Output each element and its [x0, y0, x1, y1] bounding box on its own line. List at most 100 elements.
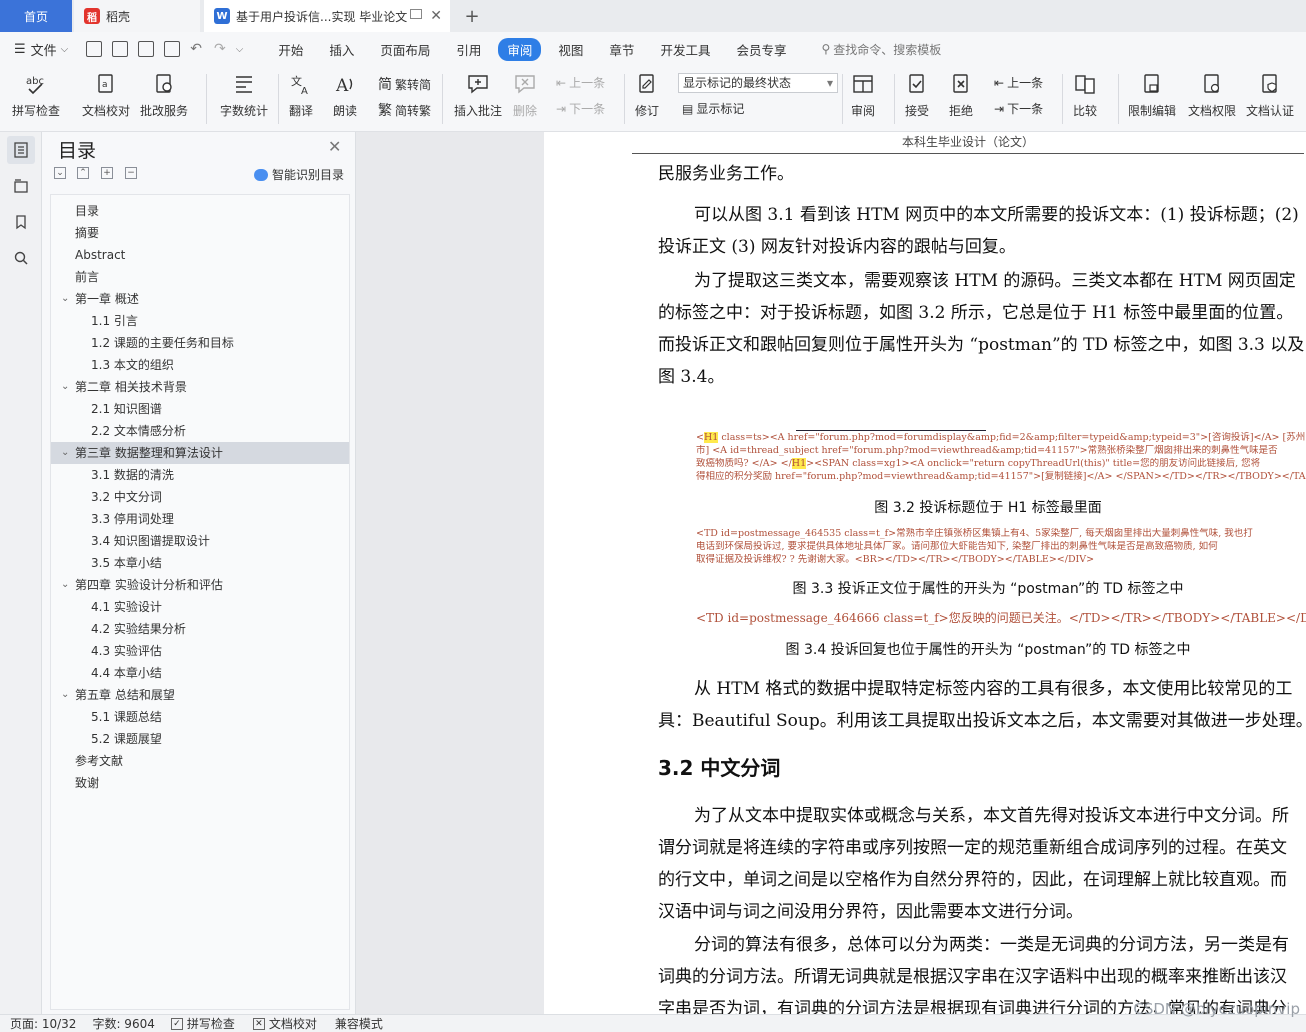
toc-item[interactable]: ⌄ 第一章 概述 [51, 288, 349, 310]
doc-certify-button[interactable]: 文档认证 [1246, 70, 1294, 119]
menu-tab-1[interactable]: 插入 [320, 38, 363, 61]
print-icon[interactable] [138, 41, 155, 57]
close-icon[interactable]: ✕ [328, 137, 341, 156]
print-preview-icon[interactable] [164, 41, 181, 57]
chevron-down-icon[interactable]: ⌄ [61, 442, 69, 464]
batch-service-button[interactable]: 批改服务 [140, 70, 188, 119]
find-button[interactable] [7, 244, 35, 272]
next-comment-button[interactable]: ⇥ 下一条 [556, 100, 605, 117]
new-tab-button[interactable]: + [460, 0, 484, 32]
prev-change-button[interactable]: ⇤ 上一条 [994, 74, 1043, 91]
toc-item[interactable]: 2.1 知识图谱 [51, 398, 349, 420]
close-icon[interactable]: ✕ [430, 8, 442, 24]
paragraph-line: 而投诉正文和跟帖回复则位于属性开头为 “postman”的 TD 标签之中，如图… [658, 335, 1305, 355]
toc-item[interactable]: 1.2 课题的主要任务和目标 [51, 332, 349, 354]
reject-button[interactable]: 拒绝 [948, 70, 974, 119]
toc-item[interactable]: 5.2 课题展望 [51, 728, 349, 750]
toc-item[interactable]: 致谢 [51, 772, 349, 794]
collapse-all-icon[interactable]: ⌃ [77, 167, 89, 179]
word-count-button[interactable]: 字数统计 [220, 70, 268, 119]
markup-mode-select[interactable]: 显示标记的最终状态 [678, 73, 838, 93]
menu-tab-0[interactable]: 开始 [269, 38, 312, 61]
accept-button[interactable]: 接受 [904, 70, 930, 119]
toc-item[interactable]: 4.2 实验结果分析 [51, 618, 349, 640]
word-count[interactable]: 字数: 9604 [92, 1015, 154, 1032]
toc-item-label: 第一章 概述 [75, 292, 139, 306]
simp-to-trad-button[interactable]: 繁 简转繁 [378, 100, 431, 120]
toc-item[interactable]: 3.1 数据的清洗 [51, 464, 349, 486]
file-menu[interactable]: ☰ 文件 ⌵ [14, 40, 68, 59]
toc-item[interactable]: 3.5 本章小结 [51, 552, 349, 574]
show-markup-button[interactable]: ▤ 显示标记 [682, 100, 744, 117]
prev-comment-button[interactable]: ⇤ 上一条 [556, 74, 605, 91]
toc-item[interactable]: 1.3 本文的组织 [51, 354, 349, 376]
doc-proof-toggle[interactable]: ✕ 文档校对 [252, 1015, 317, 1032]
screen-icon[interactable] [410, 9, 422, 19]
toc-item[interactable]: ⌄ 第四章 实验设计分析和评估 [51, 574, 349, 596]
redo-icon[interactable]: ↷ [214, 41, 226, 57]
chevron-down-icon[interactable]: ⌄ [61, 574, 69, 596]
toc-item[interactable]: 4.4 本章小结 [51, 662, 349, 684]
tab-document[interactable]: W 基于用户投诉信...实现 毕业论文 ✕ [204, 0, 450, 32]
review-pane-icon [850, 70, 876, 98]
toc-item[interactable]: 5.1 课题总结 [51, 706, 349, 728]
menu-tab-8[interactable]: 会员专享 [727, 38, 795, 61]
toc-item[interactable]: ⌄ 第二章 相关技术背景 [51, 376, 349, 398]
document-page[interactable]: 本科生毕业设计（论文） 民服务业务工作。 可以从图 3.1 看到该 HTM 网页… [544, 132, 1306, 1014]
track-changes-button[interactable]: 修订 [634, 70, 660, 119]
toc-item[interactable]: 1.1 引言 [51, 310, 349, 332]
toc-item-label: 目录 [75, 204, 100, 218]
command-search[interactable]: ⚲ 查找命令、搜索模板 [821, 41, 941, 58]
menu-tab-7[interactable]: 开发工具 [651, 38, 719, 61]
doc-proof-button[interactable]: a 文档校对 [82, 70, 130, 119]
toc-item[interactable]: 4.1 实验设计 [51, 596, 349, 618]
toc-item[interactable]: 3.2 中文分词 [51, 486, 349, 508]
chevron-down-icon[interactable]: ⌄ [61, 376, 69, 398]
chevron-down-icon[interactable]: ⌄ [61, 288, 69, 310]
expand-all-icon[interactable]: ⌄ [54, 167, 66, 179]
trad-to-simp-button[interactable]: 简 繁转简 [378, 74, 431, 94]
toc-item[interactable]: 2.2 文本情感分析 [51, 420, 349, 442]
tab-home[interactable]: 首页 [0, 0, 72, 32]
compare-button[interactable]: 比较 [1072, 70, 1098, 119]
menu-tab-2[interactable]: 页面布局 [371, 38, 439, 61]
customize-icon[interactable]: ⌵ [236, 44, 244, 55]
toc-item[interactable]: 3.4 知识图谱提取设计 [51, 530, 349, 552]
doc-permission-button[interactable]: 文档权限 [1188, 70, 1236, 119]
menu-tab-5[interactable]: 视图 [549, 38, 592, 61]
restrict-edit-button[interactable]: 限制编辑 [1128, 70, 1176, 119]
toc-item[interactable]: 前言 [51, 266, 349, 288]
ribbon-divider [206, 74, 207, 124]
save-icon[interactable] [86, 41, 103, 57]
read-aloud-button[interactable]: A 朗读 [332, 70, 358, 119]
toc-item[interactable]: 4.3 实验评估 [51, 640, 349, 662]
bookmark-button[interactable] [7, 208, 35, 236]
navigation-button[interactable] [7, 172, 35, 200]
page-indicator[interactable]: 页面: 10/32 [10, 1015, 76, 1032]
tab-daoke[interactable]: 稻 稻壳 [74, 0, 200, 32]
undo-icon[interactable]: ↶ [190, 41, 202, 57]
smart-toc-button[interactable]: 智能识别目录 [254, 166, 344, 183]
menu-tab-3[interactable]: 引用 [447, 38, 490, 61]
toc-item[interactable]: 摘要 [51, 222, 349, 244]
menu-tab-6[interactable]: 章节 [600, 38, 643, 61]
translate-button[interactable]: 文A 翻译 [288, 70, 314, 119]
insert-comment-button[interactable]: 插入批注 [454, 70, 502, 119]
add-heading-icon[interactable]: + [101, 167, 113, 179]
toc-item[interactable]: 参考文献 [51, 750, 349, 772]
export-icon[interactable] [112, 41, 129, 57]
delete-comment-button[interactable]: 删除 [512, 70, 538, 119]
next-change-button[interactable]: ⇥ 下一条 [994, 100, 1043, 117]
toc-item[interactable]: ⌄ 第三章 数据整理和算法设计 [51, 442, 349, 464]
chevron-down-icon[interactable]: ⌄ [61, 684, 69, 706]
menu-tab-review[interactable]: 审阅 [498, 37, 542, 61]
toc-panel-button[interactable] [7, 136, 35, 164]
toc-item[interactable]: ⌄ 第五章 总结和展望 [51, 684, 349, 706]
toc-item[interactable]: Abstract [51, 244, 349, 266]
spell-check-button[interactable]: abc 拼写检查 [12, 70, 60, 119]
toc-item[interactable]: 3.3 停用词处理 [51, 508, 349, 530]
toc-item[interactable]: 目录 [51, 200, 349, 222]
remove-heading-icon[interactable]: − [125, 167, 137, 179]
review-pane-button[interactable]: 审阅 [850, 70, 876, 119]
spell-check-toggle[interactable]: ✓ 拼写检查 [170, 1015, 235, 1032]
